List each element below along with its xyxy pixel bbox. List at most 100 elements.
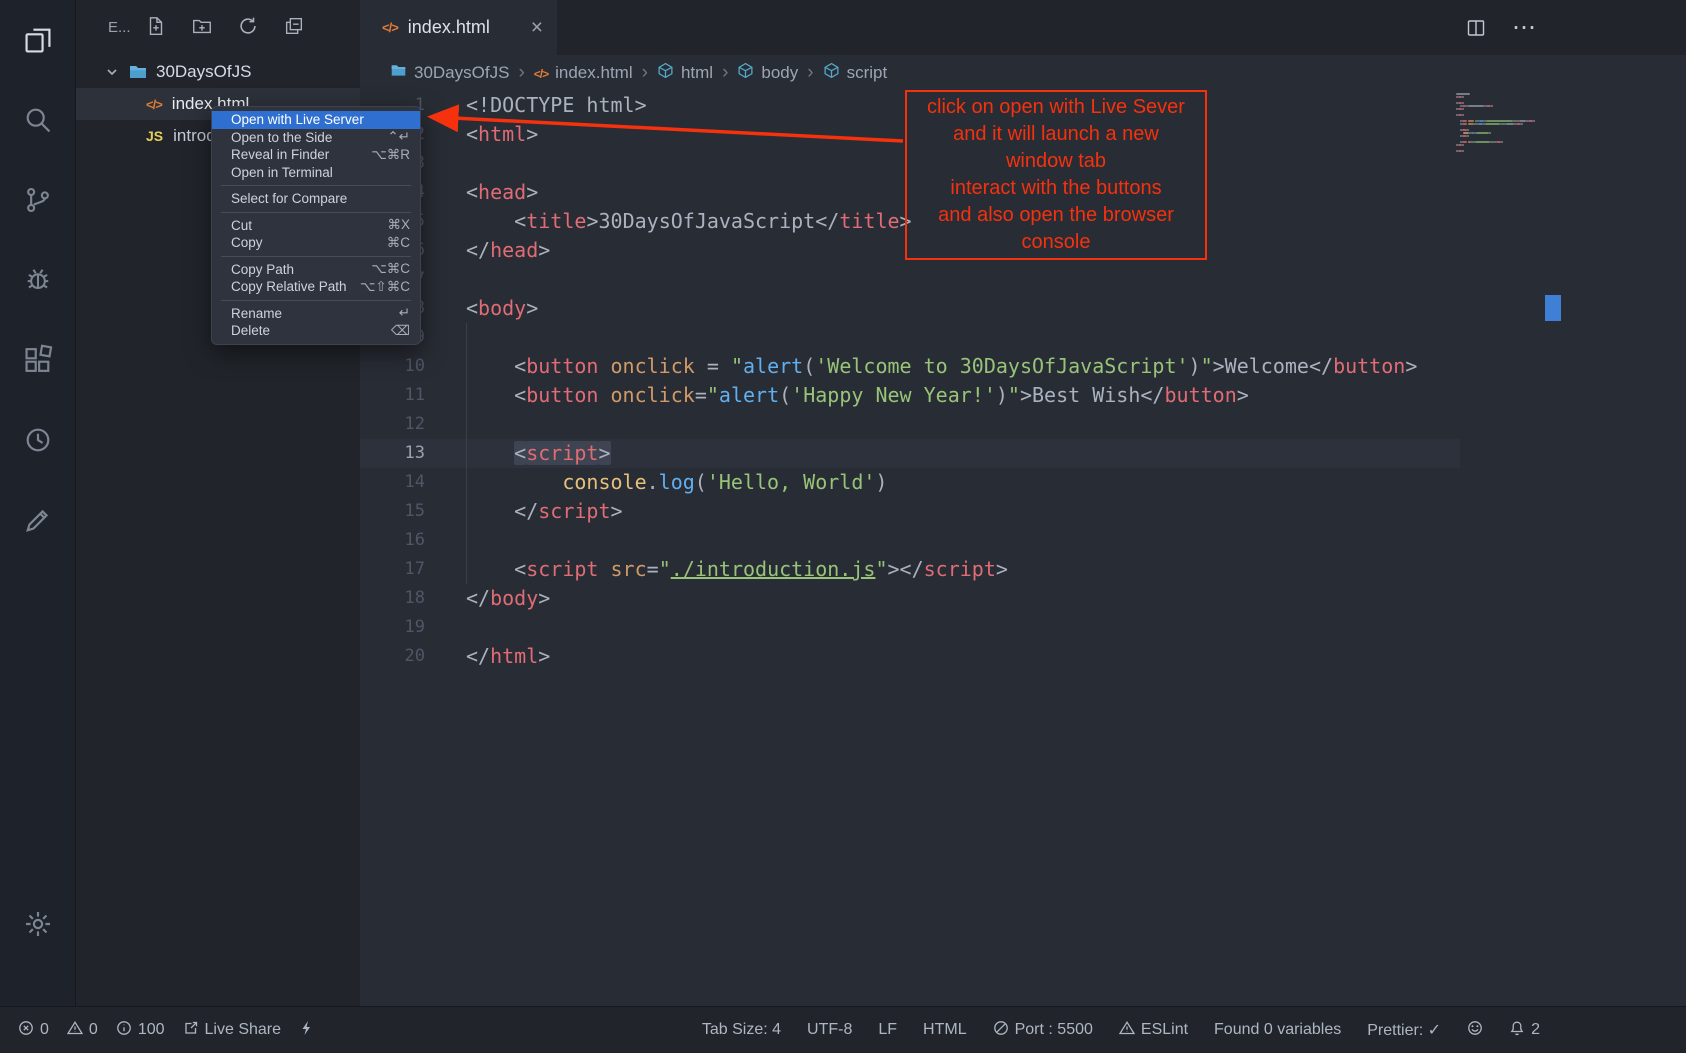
menu-item-label: Copy bbox=[231, 235, 263, 250]
context-menu: Open with Live ServerOpen to the Side⌃↵R… bbox=[211, 106, 421, 345]
status-item-0[interactable]: 0 bbox=[18, 1020, 49, 1041]
line-content: <script src="./introduction.js"></script… bbox=[425, 555, 1008, 584]
line-number: 17 bbox=[360, 555, 425, 584]
new-folder-icon[interactable] bbox=[191, 15, 213, 41]
status-item-live-share[interactable]: Live Share bbox=[183, 1020, 282, 1041]
code-line-8[interactable]: 8<body> bbox=[360, 294, 1686, 323]
html-file-icon: </> bbox=[382, 20, 398, 35]
line-number: 13 bbox=[360, 439, 425, 468]
menu-item-label: Delete bbox=[231, 323, 270, 338]
status-item-eslint[interactable]: ESLint bbox=[1119, 1020, 1188, 1041]
symbol-icon bbox=[657, 62, 674, 84]
breadcrumb-label: index.html bbox=[555, 63, 632, 83]
explorer-header-actions bbox=[145, 15, 305, 41]
explorer-icon[interactable] bbox=[14, 16, 62, 64]
menu-item-copy-relative-path[interactable]: Copy Relative Path⌥⇧⌘C bbox=[212, 278, 420, 296]
tab-index-html[interactable]: </> index.html × bbox=[360, 0, 557, 55]
status-bar-left: 00 100 Live Share bbox=[18, 1020, 315, 1041]
breadcrumb-index-html[interactable]: </>index.html bbox=[534, 63, 633, 83]
breadcrumb-html[interactable]: html bbox=[657, 62, 713, 84]
code-line-19[interactable]: 19 bbox=[360, 613, 1686, 642]
minimap[interactable] bbox=[1456, 93, 1540, 152]
status-item-zap[interactable] bbox=[299, 1020, 315, 1041]
code-line-15[interactable]: 15 </script> bbox=[360, 497, 1686, 526]
line-content bbox=[425, 410, 466, 439]
status-item-100[interactable]: 100 bbox=[116, 1020, 165, 1041]
collapse-all-icon[interactable] bbox=[283, 15, 305, 41]
breadcrumb-script[interactable]: script bbox=[823, 62, 888, 84]
code-line-12[interactable]: 12 bbox=[360, 410, 1686, 439]
menu-item-copy-path[interactable]: Copy Path⌥⌘C bbox=[212, 261, 420, 279]
breadcrumb-separator: › bbox=[807, 62, 813, 84]
line-content bbox=[425, 323, 466, 352]
status-item-tab-size-4[interactable]: Tab Size: 4 bbox=[702, 1021, 781, 1039]
vscode-window: E... 30DaysOfJS </> index.html JS introd… bbox=[0, 0, 1686, 1053]
status-item-smiley[interactable] bbox=[1467, 1020, 1483, 1041]
menu-item-delete[interactable]: Delete⌫ bbox=[212, 322, 420, 340]
line-content: <body> bbox=[425, 294, 538, 323]
status-item-2[interactable]: 2 bbox=[1509, 1020, 1540, 1041]
code-line-16[interactable]: 16 bbox=[360, 526, 1686, 555]
new-file-icon[interactable] bbox=[145, 15, 167, 41]
status-item-html[interactable]: HTML bbox=[923, 1021, 967, 1039]
menu-item-copy[interactable]: Copy⌘C bbox=[212, 234, 420, 252]
breadcrumb-label: 30DaysOfJS bbox=[414, 63, 509, 83]
status-item-label: HTML bbox=[923, 1021, 967, 1039]
status-item-0[interactable]: 0 bbox=[67, 1020, 98, 1041]
line-content: </head> bbox=[425, 236, 550, 265]
menu-item-label: Reveal in Finder bbox=[231, 147, 329, 162]
line-content: </body> bbox=[425, 584, 550, 613]
html-file-icon: </> bbox=[146, 97, 162, 112]
annotation-text-line: click on open with Live Sever bbox=[907, 94, 1205, 121]
menu-item-keybinding: ⌘X bbox=[387, 217, 410, 233]
menu-item-open-to-the-side[interactable]: Open to the Side⌃↵ bbox=[212, 129, 420, 147]
menu-item-select-for-compare[interactable]: Select for Compare bbox=[212, 190, 420, 208]
code-line-10[interactable]: 10 <button onclick = "alert('Welcome to … bbox=[360, 352, 1686, 381]
code-line-20[interactable]: 20</html> bbox=[360, 642, 1686, 671]
extensions-icon[interactable] bbox=[14, 336, 62, 384]
error-icon bbox=[18, 1020, 34, 1041]
code-line-14[interactable]: 14 console.log('Hello, World') bbox=[360, 468, 1686, 497]
menu-separator bbox=[221, 300, 411, 301]
menu-item-cut[interactable]: Cut⌘X bbox=[212, 217, 420, 235]
menu-item-keybinding: ⌥⌘C bbox=[371, 261, 410, 277]
feedback-icon[interactable] bbox=[14, 496, 62, 544]
debug-icon[interactable] bbox=[14, 256, 62, 304]
history-icon[interactable] bbox=[14, 416, 62, 464]
refresh-icon[interactable] bbox=[237, 15, 259, 41]
line-content bbox=[425, 526, 466, 555]
search-icon[interactable] bbox=[14, 96, 62, 144]
live-share-icon bbox=[183, 1020, 199, 1041]
line-number: 11 bbox=[360, 381, 425, 410]
activity-bar bbox=[0, 0, 76, 1006]
status-item-utf-8[interactable]: UTF-8 bbox=[807, 1021, 852, 1039]
code-line-9[interactable]: 9 bbox=[360, 323, 1686, 352]
tab-close-icon[interactable]: × bbox=[531, 17, 543, 38]
breadcrumb-body[interactable]: body bbox=[737, 62, 798, 84]
code-line-13[interactable]: 13 <script> bbox=[360, 439, 1686, 468]
warning-icon bbox=[67, 1020, 83, 1041]
code-line-18[interactable]: 18</body> bbox=[360, 584, 1686, 613]
menu-item-label: Open in Terminal bbox=[231, 165, 333, 180]
more-actions-icon[interactable]: ⋯ bbox=[1512, 13, 1537, 42]
breadcrumb-label: html bbox=[681, 63, 713, 83]
breadcrumb-separator: › bbox=[722, 62, 728, 84]
menu-item-open-in-terminal[interactable]: Open in Terminal bbox=[212, 164, 420, 182]
folder-row-30daysofjs[interactable]: 30DaysOfJS bbox=[76, 55, 360, 88]
code-line-17[interactable]: 17 <script src="./introduction.js"></scr… bbox=[360, 555, 1686, 584]
source-control-icon[interactable] bbox=[14, 176, 62, 224]
code-line-7[interactable]: 7 bbox=[360, 265, 1686, 294]
breadcrumb-30daysofjs[interactable]: 30DaysOfJS bbox=[390, 62, 509, 84]
menu-item-rename[interactable]: Rename↵ bbox=[212, 305, 420, 323]
split-editor-icon[interactable] bbox=[1466, 18, 1486, 38]
status-item-prettier[interactable]: Prettier: ✓ bbox=[1367, 1020, 1441, 1040]
folder-label: 30DaysOfJS bbox=[156, 62, 251, 82]
settings-icon[interactable] bbox=[14, 900, 62, 948]
menu-item-reveal-in-finder[interactable]: Reveal in Finder⌥⌘R bbox=[212, 146, 420, 164]
status-item-port-5500[interactable]: Port : 5500 bbox=[993, 1020, 1093, 1041]
status-item-found-0-variables[interactable]: Found 0 variables bbox=[1214, 1021, 1341, 1039]
menu-item-open-with-live-server[interactable]: Open with Live Server bbox=[212, 111, 420, 129]
status-item-label: UTF-8 bbox=[807, 1021, 852, 1039]
status-item-lf[interactable]: LF bbox=[878, 1021, 897, 1039]
code-line-11[interactable]: 11 <button onclick="alert('Happy New Yea… bbox=[360, 381, 1686, 410]
